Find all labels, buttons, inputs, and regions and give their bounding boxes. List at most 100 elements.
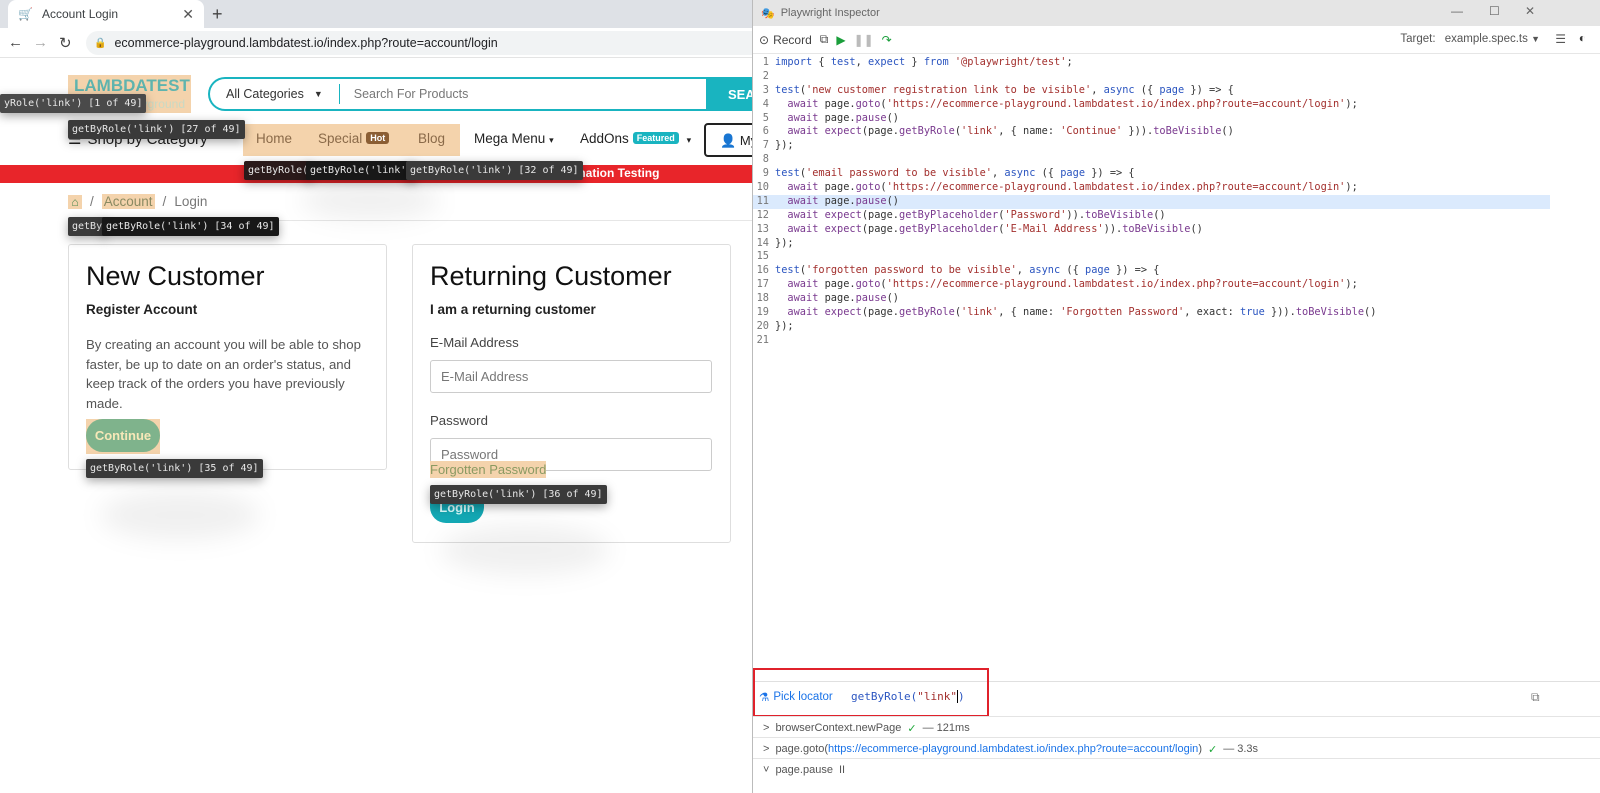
code-token: ({ bbox=[1060, 264, 1086, 277]
code-token: await bbox=[787, 208, 819, 221]
code-line[interactable]: 18 await page. pause() bbox=[753, 292, 1550, 306]
code-editor[interactable]: 1 import { test, expect } from '@playwrig… bbox=[753, 56, 1550, 348]
code-line[interactable]: 7}); bbox=[753, 139, 1550, 153]
nav-mega-menu-label: Mega Menu bbox=[474, 131, 546, 146]
code-line[interactable]: 1 import { test, expect } from '@playwrig… bbox=[753, 56, 1550, 70]
code-line[interactable]: 5 await page. pause() bbox=[753, 112, 1550, 126]
line-number: 17 bbox=[756, 278, 769, 291]
code-line[interactable]: 12 await expect (page. getByPlaceholder('P… bbox=[753, 209, 1550, 223]
close-window-icon[interactable]: ✕ bbox=[1525, 4, 1535, 18]
locator-tooltip: getByRole('link') [27 of 49] bbox=[68, 120, 245, 139]
nav-blog[interactable]: Blog bbox=[418, 131, 445, 146]
code-line[interactable]: 13 await expect (page. getByPlaceholder('E… bbox=[753, 223, 1550, 237]
breadcrumb: ⌂ / Account / Login bbox=[68, 194, 207, 209]
register-account-subtitle: Register Account bbox=[86, 302, 198, 317]
code-line[interactable]: 16 test('forgotten password to be visible… bbox=[753, 264, 1550, 278]
code-token: pause bbox=[855, 292, 887, 305]
search-input[interactable]: Search For Products bbox=[340, 87, 469, 101]
code-line[interactable]: 11 await page. pause() bbox=[753, 194, 1550, 209]
code-line[interactable]: 14}); bbox=[753, 237, 1550, 251]
paused-icon: II bbox=[838, 764, 846, 776]
reload-icon[interactable]: ↻ bbox=[59, 34, 72, 52]
search-bar: All Categories ▼ Search For Products bbox=[208, 77, 708, 111]
new-tab-button[interactable]: + bbox=[212, 4, 223, 25]
code-line[interactable]: 17 await page. goto('https://ecommerce-pl… bbox=[753, 278, 1550, 292]
home-icon[interactable]: ⌂ bbox=[68, 194, 82, 209]
code-line[interactable]: 15 bbox=[753, 250, 1550, 264]
code-token: pause bbox=[855, 111, 887, 124]
minimize-icon[interactable]: — bbox=[1451, 4, 1463, 18]
returning-customer-title: Returning Customer bbox=[430, 261, 672, 291]
code-line[interactable]: 9 test('email password to be visible', as… bbox=[753, 167, 1550, 181]
expand-icon: > bbox=[763, 722, 770, 734]
copy-locator-icon[interactable]: ⧉ bbox=[1531, 690, 1540, 705]
log-entry[interactable]: ˅ page.pause II bbox=[753, 758, 1600, 778]
target-value: example.spec.ts bbox=[1444, 33, 1528, 45]
success-check-icon: ✓ bbox=[907, 722, 917, 735]
nav-home[interactable]: Home bbox=[256, 131, 292, 146]
code-line[interactable]: 21 bbox=[753, 334, 1550, 348]
log-entry[interactable]: > browserContext.newPage ✓ — 121ms bbox=[753, 716, 1600, 736]
code-token: getByRole bbox=[899, 306, 955, 319]
inspector-titlebar: 🎭 Playwright Inspector bbox=[753, 0, 1600, 26]
nav-mega-menu[interactable]: Mega Menu ▾ bbox=[474, 131, 554, 146]
clear-icon[interactable]: ☰ bbox=[1555, 32, 1566, 46]
step-over-icon[interactable]: ↷ bbox=[882, 33, 892, 47]
line-number: 12 bbox=[756, 208, 769, 221]
continue-button[interactable]: Continue bbox=[86, 419, 160, 454]
nav-special[interactable]: Special Hot bbox=[318, 131, 390, 146]
target-select[interactable]: Target: example.spec.ts ▼ bbox=[1400, 33, 1540, 45]
log-url-link[interactable]: https://ecommerce-playground.lambdatest.… bbox=[828, 743, 1198, 755]
code-token: 'https://ecommerce-playground.lambdatest… bbox=[886, 97, 1346, 110]
code-line[interactable]: 2 bbox=[753, 70, 1550, 84]
code-token: 'Password' bbox=[1004, 208, 1067, 221]
log-entry[interactable]: > page.goto(https://ecommerce-playground… bbox=[753, 737, 1600, 757]
browser-tab[interactable]: 🛒 Account Login ✕ bbox=[8, 0, 204, 28]
record-button[interactable]: ⊙ Record bbox=[759, 33, 812, 47]
code-token: await bbox=[787, 278, 819, 291]
code-line[interactable]: 6 await expect (page. getByRole('link', { … bbox=[753, 125, 1550, 139]
code-token: , exact: bbox=[1184, 306, 1241, 319]
featured-badge: Featured bbox=[632, 132, 679, 144]
code-token: test bbox=[775, 264, 800, 277]
code-line[interactable]: 10 await page. goto('https://ecommerce-pl… bbox=[753, 181, 1550, 195]
category-select[interactable]: All Categories ▼ bbox=[210, 87, 339, 101]
code-line[interactable]: 8 bbox=[753, 153, 1550, 167]
code-token: goto bbox=[855, 97, 881, 110]
locator-tooltip: getBy bbox=[68, 217, 107, 236]
code-token: page. bbox=[818, 111, 856, 124]
line-number: 13 bbox=[756, 222, 769, 235]
code-token: }) => { bbox=[1085, 167, 1135, 180]
forward-icon[interactable]: → bbox=[33, 34, 48, 51]
search-button[interactable]: SEA bbox=[706, 77, 756, 111]
chevron-down-icon: ▼ bbox=[1531, 34, 1540, 44]
line-number: 3 bbox=[762, 83, 769, 96]
code-token: { bbox=[812, 56, 831, 68]
code-line[interactable]: 20}); bbox=[753, 320, 1550, 334]
back-icon[interactable]: ← bbox=[8, 34, 23, 51]
code-token: } bbox=[905, 56, 924, 68]
nav-addons[interactable]: AddOns Featured ▾ bbox=[580, 131, 691, 146]
code-line[interactable]: 4 await page. goto('https://ecommerce-pla… bbox=[753, 98, 1550, 112]
theme-toggle-icon[interactable]: ◐ bbox=[1579, 31, 1586, 45]
address-bar[interactable]: 🔒 ecommerce-playground.lambdatest.io/ind… bbox=[86, 31, 766, 55]
email-field[interactable]: E-Mail Address bbox=[430, 360, 712, 393]
resume-icon[interactable]: ▶ bbox=[836, 33, 845, 47]
code-line[interactable]: 19 await expect (page. getByRole('link', {… bbox=[753, 306, 1550, 320]
copy-icon[interactable]: ⧉ bbox=[820, 32, 829, 47]
pause-icon[interactable]: ❚❚ bbox=[854, 33, 874, 47]
code-line[interactable]: 3 test('new customer registration link to… bbox=[753, 84, 1550, 98]
code-token: )). bbox=[1066, 208, 1086, 221]
close-tab-icon[interactable]: ✕ bbox=[182, 6, 194, 23]
hot-badge: Hot bbox=[366, 132, 390, 144]
code-token: await bbox=[787, 194, 819, 207]
forgotten-password-link[interactable]: Forgotten Password bbox=[430, 461, 547, 478]
code-token: goto bbox=[855, 181, 881, 194]
line-number: 14 bbox=[756, 236, 769, 249]
code-token: (page. bbox=[861, 208, 900, 221]
breadcrumb-account[interactable]: Account bbox=[101, 194, 155, 209]
maximize-icon[interactable]: ☐ bbox=[1489, 4, 1500, 18]
